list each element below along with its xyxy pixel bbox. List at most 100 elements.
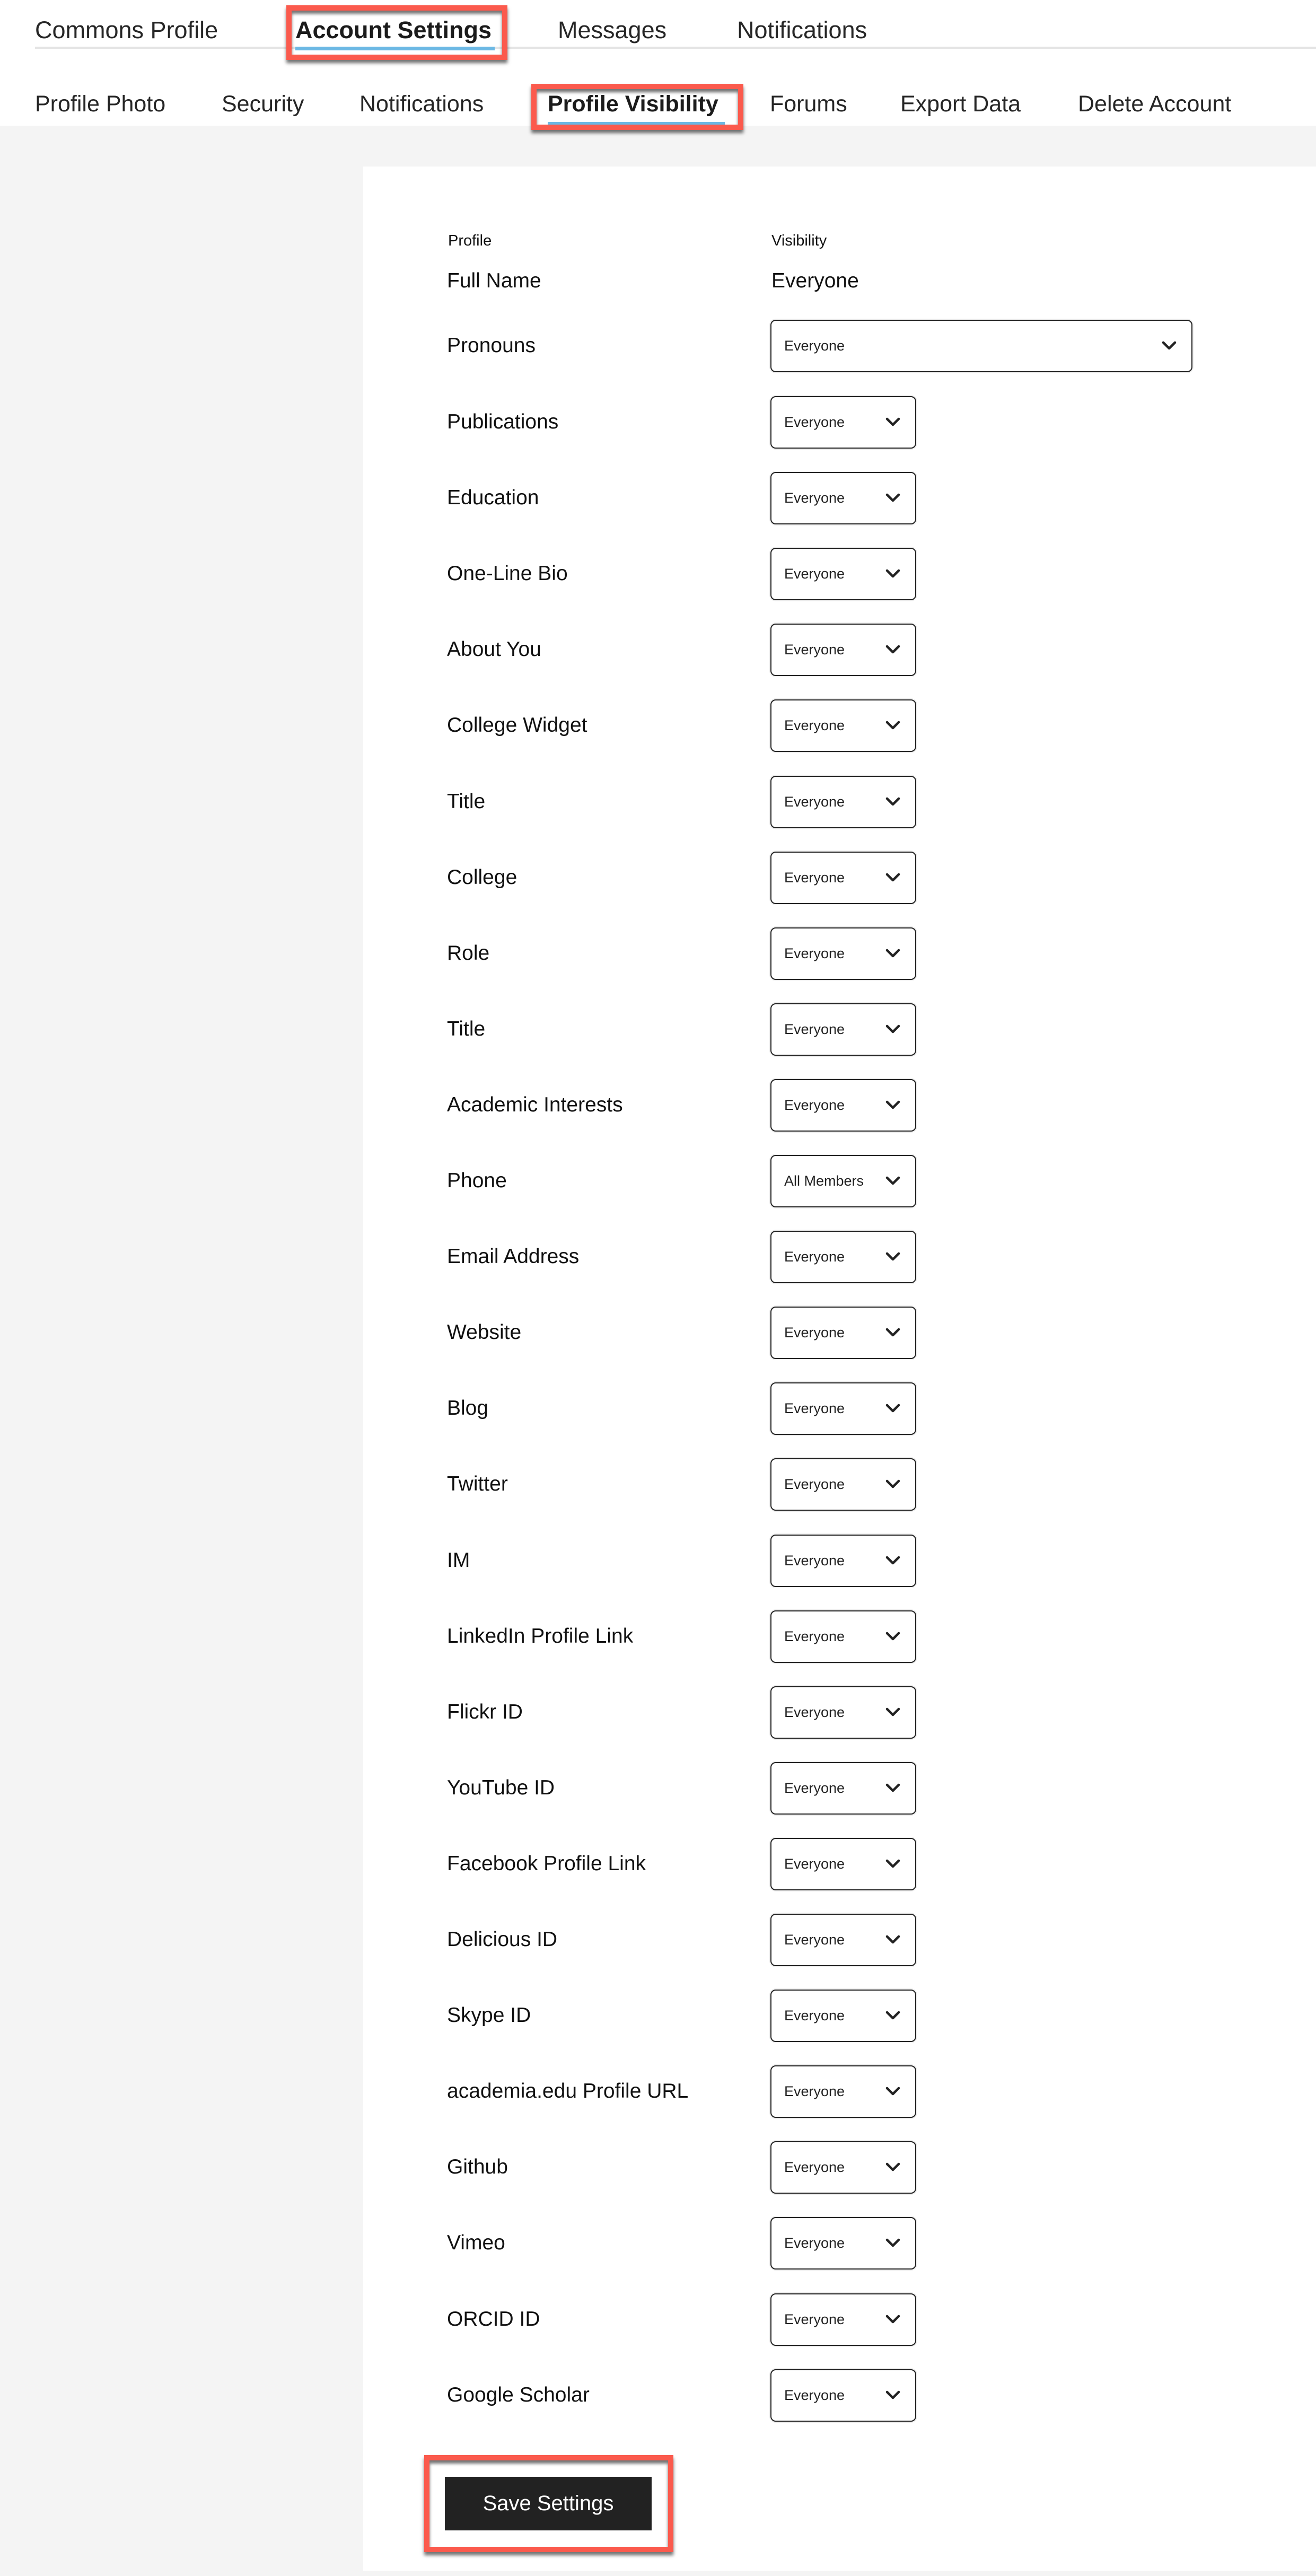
select-value: Everyone <box>784 1780 845 1796</box>
chevron-down-icon <box>885 1024 900 1033</box>
chevron-down-icon <box>885 2011 900 2020</box>
field-label-orcid-id: ORCID ID <box>447 2308 540 2330</box>
select-value: Everyone <box>784 2311 845 2327</box>
field-label-title: Title <box>447 1018 486 1040</box>
subtab-export-data[interactable]: Export Data <box>900 89 1021 119</box>
field-label-phone: Phone <box>447 1169 507 1192</box>
select-value: Everyone <box>784 945 845 961</box>
chevron-down-icon <box>885 1632 900 1641</box>
chevron-down-icon <box>885 645 900 654</box>
field-label-delicious-id: Delicious ID <box>447 1928 558 1951</box>
college-visibility-select[interactable]: Everyone <box>770 852 916 904</box>
title-visibility-select[interactable]: Everyone <box>770 1003 916 1056</box>
column-header-visibility: Visibility <box>771 232 827 249</box>
linkedin-profile-link-visibility-select[interactable]: Everyone <box>770 1610 916 1663</box>
title-visibility-select[interactable]: Everyone <box>770 776 916 828</box>
skype-id-visibility-select[interactable]: Everyone <box>770 1990 916 2042</box>
active-subtab-underline <box>548 122 725 126</box>
select-value: Everyone <box>784 1021 845 1037</box>
chevron-down-icon <box>885 1859 900 1868</box>
chevron-down-icon <box>885 493 900 502</box>
chevron-down-icon <box>885 2162 900 2171</box>
chevron-down-icon <box>885 797 900 806</box>
select-value: Everyone <box>784 1325 845 1340</box>
chevron-down-icon <box>885 873 900 882</box>
role-visibility-select[interactable]: Everyone <box>770 927 916 980</box>
publications-visibility-select[interactable]: Everyone <box>770 396 916 449</box>
flickr-id-visibility-select[interactable]: Everyone <box>770 1686 916 1739</box>
education-visibility-select[interactable]: Everyone <box>770 472 916 524</box>
im-visibility-select[interactable]: Everyone <box>770 1535 916 1587</box>
github-visibility-select[interactable]: Everyone <box>770 2141 916 2194</box>
field-label-youtube-id: YouTube ID <box>447 1776 555 1799</box>
chevron-down-icon <box>885 721 900 730</box>
facebook-profile-link-visibility-select[interactable]: Everyone <box>770 1838 916 1890</box>
website-visibility-select[interactable]: Everyone <box>770 1307 916 1359</box>
google-scholar-visibility-select[interactable]: Everyone <box>770 2369 916 2422</box>
select-value: Everyone <box>784 338 845 354</box>
field-label-twitter: Twitter <box>447 1473 508 1495</box>
select-value: Everyone <box>784 1553 845 1569</box>
field-label-skype-id: Skype ID <box>447 2004 531 2027</box>
save-settings-button[interactable]: Save Settings <box>445 2477 652 2530</box>
field-label-academic-interests: Academic Interests <box>447 1093 623 1116</box>
chevron-down-icon <box>885 1783 900 1792</box>
chevron-down-icon <box>885 1935 900 1944</box>
tab-commons-profile[interactable]: Commons Profile <box>35 16 218 45</box>
subtab-profile-photo[interactable]: Profile Photo <box>35 89 165 119</box>
orcid-id-visibility-select[interactable]: Everyone <box>770 2293 916 2346</box>
chevron-down-icon <box>885 1100 900 1109</box>
blog-visibility-select[interactable]: Everyone <box>770 1382 916 1435</box>
chevron-down-icon <box>885 1556 900 1565</box>
select-value: Everyone <box>784 642 845 658</box>
subtab-delete-account[interactable]: Delete Account <box>1078 89 1231 119</box>
select-value: Everyone <box>784 1400 845 1416</box>
chevron-down-icon <box>885 949 900 958</box>
select-value: Everyone <box>784 1476 845 1492</box>
field-label-email-address: Email Address <box>447 1245 580 1268</box>
delicious-id-visibility-select[interactable]: Everyone <box>770 1914 916 1966</box>
field-label-academia-edu-profile-url: academia.edu Profile URL <box>447 2080 689 2102</box>
one-line-bio-visibility-select[interactable]: Everyone <box>770 548 916 600</box>
chevron-down-icon <box>885 1707 900 1716</box>
select-value: Everyone <box>784 1856 845 1872</box>
about-you-visibility-select[interactable]: Everyone <box>770 624 916 676</box>
academic-interests-visibility-select[interactable]: Everyone <box>770 1079 916 1132</box>
pronouns-visibility-select[interactable]: Everyone <box>770 320 1192 372</box>
select-value: Everyone <box>784 2008 845 2023</box>
subtab-notifications[interactable]: Notifications <box>359 89 484 119</box>
column-header-profile: Profile <box>448 232 492 249</box>
field-label-publications: Publications <box>447 410 559 433</box>
tab-notifications[interactable]: Notifications <box>737 16 867 45</box>
phone-visibility-select[interactable]: All Members <box>770 1155 916 1207</box>
subtab-security[interactable]: Security <box>222 89 304 119</box>
chevron-down-icon <box>885 2238 900 2247</box>
field-label-facebook-profile-link: Facebook Profile Link <box>447 1852 646 1875</box>
field-label-role: Role <box>447 942 490 965</box>
subtab-profile-visibility[interactable]: Profile Visibility <box>548 89 718 119</box>
active-tab-underline <box>295 47 495 50</box>
subtab-forums[interactable]: Forums <box>770 89 847 119</box>
select-value: Everyone <box>784 794 845 810</box>
chevron-down-icon <box>885 1176 900 1185</box>
twitter-visibility-select[interactable]: Everyone <box>770 1458 916 1511</box>
visibility-settings-card <box>363 167 1316 2571</box>
field-label-full-name: Full Name <box>447 269 541 292</box>
field-label-google-scholar: Google Scholar <box>447 2384 590 2406</box>
academia-edu-profile-url-visibility-select[interactable]: Everyone <box>770 2065 916 2118</box>
college-widget-visibility-select[interactable]: Everyone <box>770 699 916 752</box>
tab-messages[interactable]: Messages <box>558 16 666 45</box>
email-address-visibility-select[interactable]: Everyone <box>770 1231 916 1283</box>
chevron-down-icon <box>885 569 900 578</box>
field-label-pronouns: Pronouns <box>447 334 536 357</box>
select-value: Everyone <box>784 1628 845 1644</box>
tab-account-settings[interactable]: Account Settings <box>295 16 492 45</box>
field-label-website: Website <box>447 1321 522 1344</box>
select-value: Everyone <box>784 2387 845 2403</box>
select-value: Everyone <box>784 566 845 582</box>
vimeo-visibility-select[interactable]: Everyone <box>770 2217 916 2270</box>
select-value: Everyone <box>784 490 845 506</box>
youtube-id-visibility-select[interactable]: Everyone <box>770 1762 916 1815</box>
select-value: Everyone <box>784 1704 845 1720</box>
field-label-education: Education <box>447 486 539 509</box>
